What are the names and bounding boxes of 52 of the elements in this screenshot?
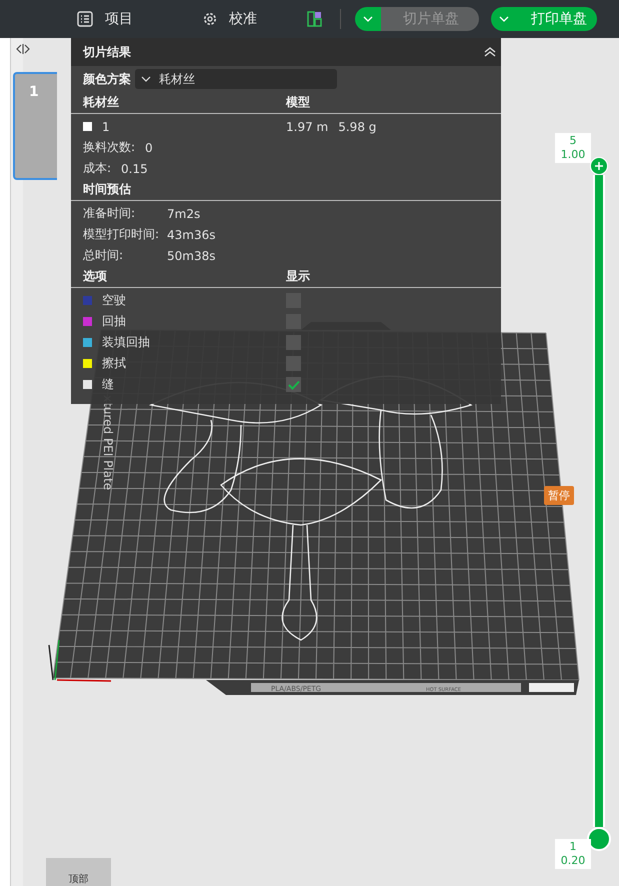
color-scheme-label: 颜色方案 [83, 70, 131, 88]
display-checkbox[interactable] [286, 335, 301, 350]
column-header: 模型 [286, 94, 310, 111]
display-checkbox[interactable] [286, 356, 301, 371]
plus-icon [595, 162, 603, 170]
chevron-down-icon [363, 16, 373, 22]
list-icon [77, 11, 93, 27]
chevron-down-icon [499, 16, 509, 22]
collapse-up-icon[interactable] [483, 46, 497, 58]
gear-icon [203, 12, 217, 26]
option-label: 擦拭 [102, 355, 126, 372]
column-header: 耗材丝 [83, 94, 120, 111]
print-dropdown-button[interactable] [491, 7, 517, 31]
stat-label: 换料次数: [83, 139, 136, 156]
slice-dropdown-button[interactable] [355, 7, 381, 31]
layer-height: 1.00 [560, 148, 586, 162]
time-value: 50m38s [167, 248, 216, 262]
time-label: 准备时间: [83, 205, 136, 222]
bottom-slider-handle[interactable] [587, 827, 611, 851]
option-label: 装填回抽 [102, 334, 150, 351]
column-header: 选项 [83, 268, 108, 285]
option-label: 缝 [102, 376, 114, 393]
time-label: 模型打印时间: [83, 226, 160, 243]
calibrate-tab[interactable]: 校准 [203, 10, 257, 28]
checkmark-icon [288, 380, 300, 390]
stat-value: 0 [145, 140, 153, 154]
top-slider-handle[interactable] [590, 157, 608, 175]
option-label: 回抽 [102, 313, 126, 330]
display-checkbox[interactable] [286, 377, 301, 392]
chevron-down-icon [141, 76, 151, 82]
stat-value: 0.15 [121, 162, 148, 176]
section-header: 时间预估 [83, 181, 131, 198]
filament-name: 1 [102, 120, 110, 134]
top-view-button[interactable]: 顶部 [46, 858, 111, 886]
filament-weight: 5.98 g [338, 120, 376, 134]
project-tab[interactable]: 项目 [77, 10, 133, 28]
layout-icon[interactable] [307, 11, 322, 27]
option-label: 空驶 [102, 292, 126, 309]
display-checkbox[interactable] [286, 314, 301, 329]
layer-height: 0.20 [560, 854, 586, 868]
time-value: 7m2s [167, 206, 200, 220]
time-value: 43m36s [167, 228, 216, 242]
color-scheme-dropdown[interactable]: 耗材丝 [135, 69, 337, 89]
collapse-toggle-icon[interactable] [16, 43, 30, 55]
layer-number: 5 [570, 134, 576, 148]
layer-number: 1 [570, 840, 576, 854]
column-header: 显示 [286, 268, 310, 285]
axis-gizmo-icon [48, 640, 112, 682]
panel-title: 切片结果 [83, 44, 131, 60]
filament-length: 1.97 m [286, 120, 328, 134]
time-label: 总时间: [83, 247, 124, 264]
stat-label: 成本: [83, 160, 112, 177]
